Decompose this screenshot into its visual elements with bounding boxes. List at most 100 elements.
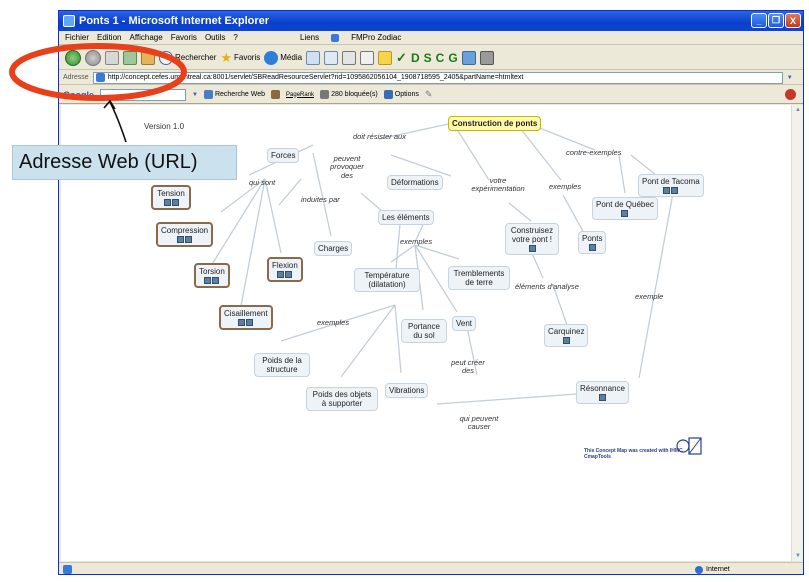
image-resource-icon[interactable]	[204, 277, 212, 285]
folder-icon[interactable]	[378, 50, 393, 65]
node-temperature[interactable]: Température (dilatation)	[354, 268, 420, 293]
link-resource-icon[interactable]	[528, 245, 536, 253]
links-fmpro[interactable]: FMPro Zodiac	[351, 33, 401, 42]
google-options-button[interactable]: Options	[383, 90, 419, 99]
home-icon[interactable]	[141, 50, 155, 65]
links-bar: Liens FMPro Zodiac	[300, 33, 409, 42]
link-resource-icon[interactable]	[598, 394, 606, 402]
back-icon[interactable]	[65, 49, 81, 66]
node-portance[interactable]: Portance du sol	[401, 319, 447, 344]
cmaptools-logo	[676, 437, 702, 455]
vertical-scrollbar[interactable]: ▲ ▼	[791, 105, 803, 561]
image-resource-icon[interactable]	[163, 199, 171, 207]
link-resource-icon[interactable]	[621, 210, 629, 218]
google-dropdown-icon[interactable]: ▼	[192, 92, 198, 98]
link-qui-peuvent-causer: qui peuvent causer	[459, 414, 499, 432]
node-deformations[interactable]: Déformations	[387, 175, 443, 191]
node-construisez[interactable]: Construisez votre pont !	[505, 223, 559, 256]
image-resource-icon[interactable]	[177, 236, 185, 244]
refresh-icon[interactable]	[123, 50, 137, 65]
node-carquinez[interactable]: Carquinez	[544, 324, 589, 348]
node-poids-objets[interactable]: Poids des objets à supporter	[306, 387, 378, 412]
node-poids-structure[interactable]: Poids de la structure	[254, 353, 310, 378]
menu-affichage[interactable]: Affichage	[129, 33, 162, 42]
node-ponts[interactable]: Ponts	[578, 231, 607, 255]
address-label: Adresse	[63, 74, 89, 81]
node-resonnance[interactable]: Résonnance	[576, 381, 629, 405]
tool-icon[interactable]	[461, 50, 476, 65]
menu-edition[interactable]: Edition	[97, 33, 121, 42]
menu-fichier[interactable]: Fichier	[65, 33, 89, 42]
google-brand[interactable]: Google	[63, 90, 94, 100]
check-icon[interactable]: ✓	[396, 50, 407, 66]
document-resource-icon[interactable]	[185, 236, 193, 244]
node-torsion[interactable]: Torsion	[194, 263, 230, 289]
google-web-search-button[interactable]: Recherche Web	[203, 90, 265, 99]
pencil-icon[interactable]: ✎	[425, 89, 433, 100]
address-url[interactable]: http://concept.cefes.umontreal.ca:8001/s…	[108, 74, 524, 81]
node-compression[interactable]: Compression	[156, 222, 214, 248]
favorites-button[interactable]: ★ Favoris	[220, 50, 260, 66]
node-tension[interactable]: Tension	[151, 185, 191, 211]
forward-icon[interactable]	[85, 49, 101, 66]
image-resource-icon[interactable]	[277, 271, 285, 279]
toolbar-letter-g[interactable]: G	[448, 51, 457, 65]
node-les-elements[interactable]: Les éléments	[378, 210, 434, 226]
scroll-up-icon[interactable]: ▲	[792, 105, 803, 115]
node-pont-tacoma[interactable]: Pont de Tacoma	[638, 174, 704, 198]
link-contre-exemples: contre-exemples	[566, 148, 622, 157]
video-resource-icon[interactable]	[671, 187, 679, 195]
menu-bar: Fichier Edition Affichage Favoris Outils…	[59, 31, 803, 45]
image-resource-icon[interactable]	[663, 187, 671, 195]
link-resource-icon[interactable]	[562, 337, 570, 345]
node-flexion[interactable]: Flexion	[267, 257, 303, 283]
close-button[interactable]: X	[785, 13, 801, 28]
node-cisaillement[interactable]: Cisaillement	[219, 305, 273, 331]
links-label: Liens	[300, 33, 320, 42]
menu-help[interactable]: ?	[233, 33, 237, 42]
mail-icon[interactable]	[324, 50, 339, 65]
menu-outils[interactable]: Outils	[205, 33, 225, 42]
link-exemples-ponts: exemples	[549, 182, 582, 191]
node-forces[interactable]: Forces	[267, 148, 300, 164]
google-settings-icon[interactable]	[785, 89, 796, 100]
node-charges[interactable]: Charges	[314, 241, 353, 257]
node-vibrations[interactable]: Vibrations	[385, 383, 429, 399]
pagerank-indicator[interactable]: PageRank	[286, 92, 314, 98]
maximize-button[interactable]: ❐	[768, 13, 784, 28]
print-icon[interactable]	[342, 50, 357, 65]
node-vent[interactable]: Vent	[452, 316, 477, 332]
address-field[interactable]: http://concept.cefes.umontreal.ca:8001/s…	[92, 71, 783, 84]
toolbar-letter-s[interactable]: S	[424, 51, 432, 65]
link-peut-creer: peut créer des	[451, 358, 485, 376]
link-resource-icon[interactable]	[588, 244, 596, 252]
menu-favoris[interactable]: Favoris	[171, 33, 197, 42]
history-icon[interactable]	[306, 50, 321, 65]
scroll-down-icon[interactable]: ▼	[792, 551, 803, 561]
cmaptools-credit: This Concept Map was created with IHMC C…	[584, 448, 683, 460]
document-resource-icon[interactable]	[246, 319, 254, 327]
search-button[interactable]: Rechercher	[159, 50, 216, 65]
node-tremblements[interactable]: Tremblements de terre	[448, 266, 510, 291]
image-resource-icon[interactable]	[238, 319, 246, 327]
standard-toolbar: Rechercher ★ Favoris Média ✓ D S C G	[59, 46, 803, 70]
link-votre-experimentation: votre expérimentation	[471, 176, 525, 194]
media-icon	[264, 50, 279, 65]
node-construction-ponts[interactable]: Construction de ponts	[448, 116, 542, 132]
node-pont-quebec[interactable]: Pont de Québec	[592, 197, 658, 221]
toolbar-letter-d[interactable]: D	[411, 51, 420, 65]
popup-blocker[interactable]: 280 bloquée(s)	[320, 90, 378, 99]
edit-icon[interactable]	[360, 50, 375, 65]
media-button[interactable]: Média	[264, 50, 302, 65]
popup-icon	[320, 90, 330, 99]
extra-tool-icon[interactable]	[479, 50, 494, 65]
address-dropdown-icon[interactable]: ▼	[787, 75, 793, 81]
stop-icon[interactable]	[105, 50, 119, 65]
document-resource-icon[interactable]	[285, 271, 293, 279]
document-resource-icon[interactable]	[212, 277, 220, 285]
google-search-input[interactable]	[100, 88, 186, 101]
document-resource-icon[interactable]	[171, 199, 179, 207]
news-icon[interactable]	[271, 90, 281, 99]
toolbar-letter-c[interactable]: C	[436, 51, 445, 65]
minimize-button[interactable]: _	[751, 13, 767, 28]
